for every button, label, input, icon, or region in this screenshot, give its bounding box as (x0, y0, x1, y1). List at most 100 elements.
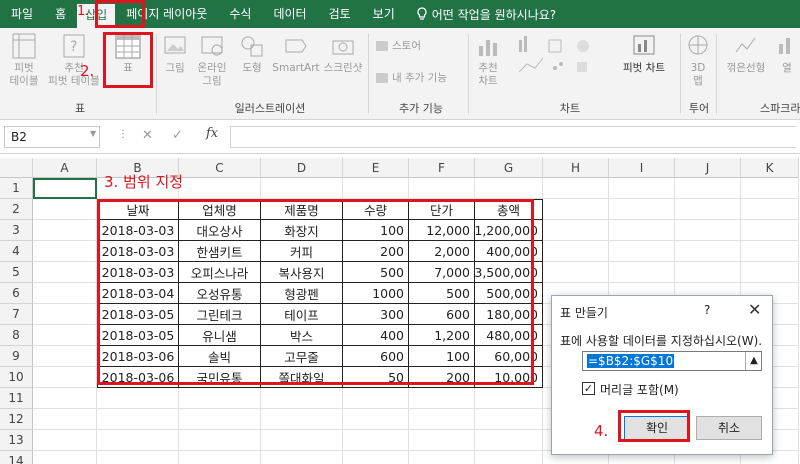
cancel-button[interactable]: 취소 (696, 416, 762, 440)
cell-h1[interactable] (543, 178, 609, 199)
tab-data[interactable]: 데이터 (262, 0, 317, 28)
table-data-cell[interactable]: 500,000 (475, 283, 543, 304)
cell-h5[interactable] (543, 262, 609, 283)
table-data-cell[interactable]: 500 (409, 283, 475, 304)
table-data-cell[interactable]: 200 (343, 241, 409, 262)
recommended-charts-button[interactable]: 추천 차트 (470, 32, 506, 88)
table-header-cell[interactable]: 단가 (409, 199, 475, 220)
pictures-button[interactable]: 그림 (158, 32, 192, 75)
smartart-button[interactable]: SmartArt (272, 32, 320, 75)
cell-b14[interactable] (97, 451, 179, 464)
column-header-j[interactable]: J (675, 158, 741, 178)
ok-button[interactable]: 확인 (624, 416, 690, 440)
tab-view[interactable]: 보기 (362, 0, 406, 28)
table-data-cell[interactable]: 유니샘 (179, 325, 261, 346)
table-data-cell[interactable]: 50 (343, 367, 409, 388)
row-header-3[interactable]: 3 (0, 220, 33, 241)
row-header-5[interactable]: 5 (0, 262, 33, 283)
table-data-cell[interactable]: 2018-03-06 (97, 346, 179, 367)
cell-e11[interactable] (343, 388, 409, 409)
cancel-icon[interactable]: ✕ (142, 128, 153, 143)
collapse-dialog-icon[interactable]: ▲ (745, 352, 762, 370)
row-header-12[interactable]: 12 (0, 409, 33, 430)
cell-b11[interactable] (97, 388, 179, 409)
shapes-button[interactable]: 도형 (234, 32, 270, 75)
tab-file[interactable]: 파일 (0, 0, 44, 28)
table-data-cell[interactable]: 2018-03-06 (97, 367, 179, 388)
cell-h3[interactable] (543, 220, 609, 241)
tab-page-layout[interactable]: 페이지 레이아웃 (115, 0, 218, 28)
column-header-a[interactable]: A (33, 158, 97, 178)
table-data-cell[interactable]: 200 (409, 367, 475, 388)
row-header-10[interactable]: 10 (0, 367, 33, 388)
cell-c12[interactable] (179, 409, 261, 430)
tab-home[interactable]: 홈 (44, 0, 77, 28)
column-header-e[interactable]: E (343, 158, 409, 178)
cell-c11[interactable] (179, 388, 261, 409)
cell-j2[interactable] (675, 199, 741, 220)
line-sparkline-button[interactable]: 꺾은선형 (718, 32, 774, 75)
cell-j1[interactable] (675, 178, 741, 199)
table-header-cell[interactable]: 날짜 (97, 199, 179, 220)
table-data-cell[interactable]: 박스 (261, 325, 343, 346)
cell-k2[interactable] (741, 199, 799, 220)
row-header-2[interactable]: 2 (0, 199, 33, 220)
table-data-cell[interactable]: 국민유통 (179, 367, 261, 388)
cell-a8[interactable] (33, 325, 97, 346)
column-header-c[interactable]: C (179, 158, 261, 178)
table-data-cell[interactable]: 형광펜 (261, 283, 343, 304)
cell-b13[interactable] (97, 430, 179, 451)
cell-a2[interactable] (33, 199, 97, 220)
cell-f12[interactable] (409, 409, 475, 430)
my-addins-button[interactable]: 내 추가 기능 (376, 70, 447, 85)
cell-j3[interactable] (675, 220, 741, 241)
table-data-cell[interactable]: 2018-03-05 (97, 304, 179, 325)
table-data-cell[interactable]: 2018-03-05 (97, 325, 179, 346)
cell-e1[interactable] (343, 178, 409, 199)
tab-review[interactable]: 검토 (318, 0, 362, 28)
table-data-cell[interactable]: 480,000 (475, 325, 543, 346)
row-header-7[interactable]: 7 (0, 304, 33, 325)
table-data-cell[interactable]: 300 (343, 304, 409, 325)
column-header-d[interactable]: D (261, 158, 343, 178)
chart-types-button[interactable] (508, 32, 612, 82)
table-button[interactable]: 표 (108, 32, 148, 75)
table-data-cell[interactable]: 400 (343, 325, 409, 346)
active-cell-a1[interactable] (33, 178, 97, 199)
row-header-8[interactable]: 8 (0, 325, 33, 346)
select-all-corner[interactable] (0, 158, 33, 178)
table-data-cell[interactable]: 커피 (261, 241, 343, 262)
cell-g14[interactable] (475, 451, 543, 464)
row-header-1[interactable]: 1 (0, 178, 33, 199)
table-data-cell[interactable]: 100 (343, 220, 409, 241)
cell-d14[interactable] (261, 451, 343, 464)
cell-a12[interactable] (33, 409, 97, 430)
table-data-cell[interactable]: 400,000 (475, 241, 543, 262)
row-header-11[interactable]: 11 (0, 388, 33, 409)
cell-f11[interactable] (409, 388, 475, 409)
table-data-cell[interactable]: 오피스나라 (179, 262, 261, 283)
table-data-cell[interactable]: 10,000 (475, 367, 543, 388)
table-data-cell[interactable]: 2018-03-03 (97, 241, 179, 262)
cell-e14[interactable] (343, 451, 409, 464)
cell-d11[interactable] (261, 388, 343, 409)
cell-a5[interactable] (33, 262, 97, 283)
cell-d13[interactable] (261, 430, 343, 451)
row-header-6[interactable]: 6 (0, 283, 33, 304)
table-data-cell[interactable]: 한샘키트 (179, 241, 261, 262)
table-data-cell[interactable]: 3,500,000 (474, 262, 543, 283)
cell-a13[interactable] (33, 430, 97, 451)
insert-function-icon[interactable]: fx (206, 126, 218, 141)
cell-a9[interactable] (33, 346, 97, 367)
table-data-cell[interactable]: 쫄대화일 (261, 367, 343, 388)
name-box[interactable]: B2 (4, 126, 100, 148)
cell-a6[interactable] (33, 283, 97, 304)
has-headers-checkbox[interactable]: ✓ (582, 382, 595, 395)
column-header-f[interactable]: F (409, 158, 475, 178)
table-data-cell[interactable]: 500 (343, 262, 409, 283)
dialog-help-button[interactable]: ? (704, 303, 710, 317)
pivot-table-button[interactable]: 피벗 테이블 (4, 32, 44, 88)
cell-d12[interactable] (261, 409, 343, 430)
cell-k1[interactable] (741, 178, 799, 199)
cell-i2[interactable] (609, 199, 675, 220)
